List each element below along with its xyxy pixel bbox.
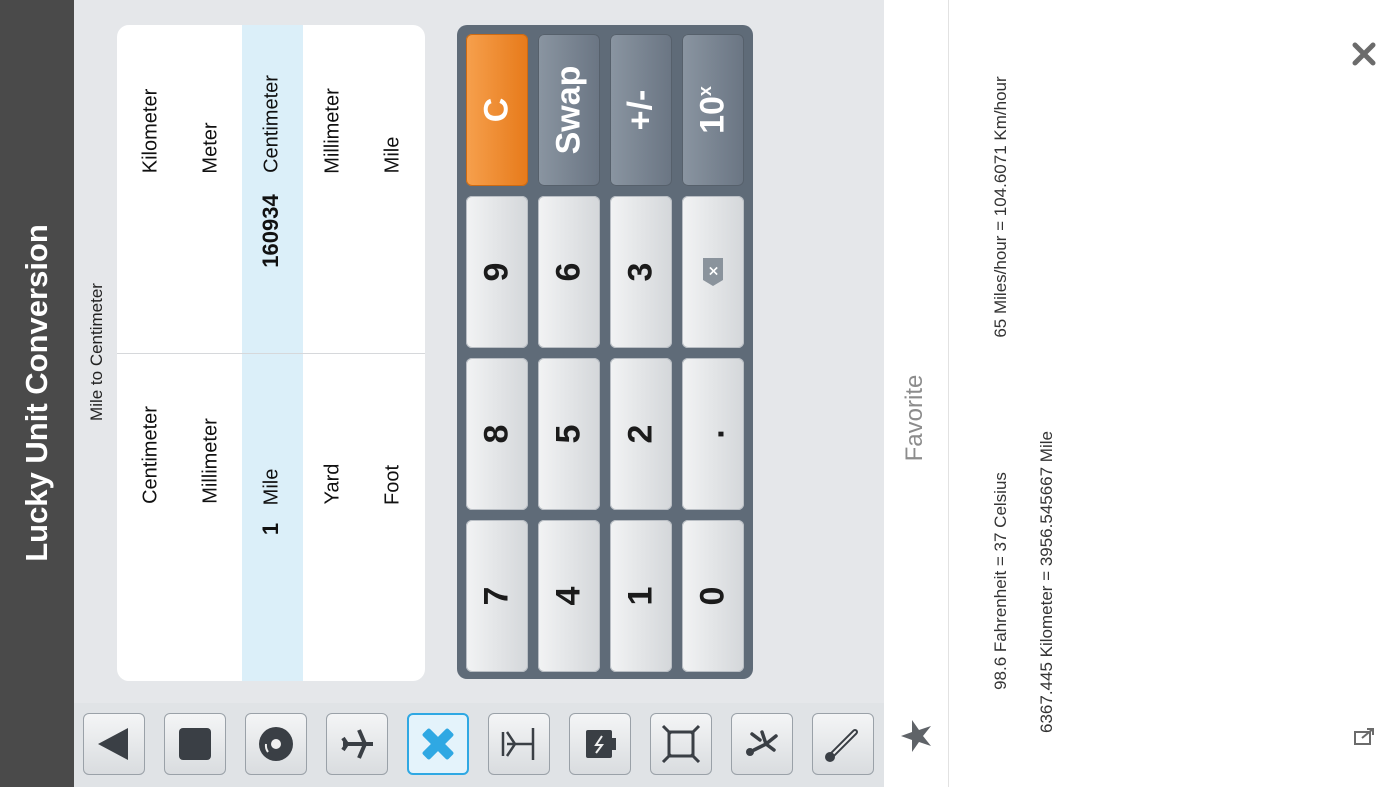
play-icon	[98, 728, 128, 760]
key-label: 3	[621, 262, 660, 282]
title-bar: Lucky Unit Conversion	[0, 0, 74, 787]
category-stop[interactable]	[164, 713, 226, 775]
to-unit-selected[interactable]: Centimeter	[261, 75, 284, 173]
to-unit-option[interactable]: Kilometer	[140, 89, 163, 173]
keypad: 7 8 9 C 4 5 6 Swap 1 2 3 +/- 0 . × 10x	[457, 25, 753, 679]
key-6[interactable]: 6	[538, 196, 600, 348]
key-label: 4	[549, 586, 588, 606]
favorite-title: Favorite	[901, 374, 928, 462]
favorite-item[interactable]: 65 Miles/hour = 104.6071 Km/hour	[991, 76, 1011, 337]
category-bar	[74, 703, 884, 787]
key-2[interactable]: 2	[610, 358, 672, 510]
from-unit-option[interactable]: Millimeter	[200, 418, 223, 504]
category-length[interactable]	[407, 713, 469, 775]
key-label: 1	[621, 586, 660, 606]
to-value: 160934	[258, 194, 283, 268]
conversion-subtitle: Mile to Centimeter	[87, 283, 106, 421]
key-label: 6	[549, 262, 588, 282]
app-title: Lucky Unit Conversion	[19, 224, 54, 562]
to-unit-option[interactable]: Meter	[200, 122, 223, 173]
category-airplane[interactable]	[326, 713, 388, 775]
key-9[interactable]: 9	[466, 196, 528, 348]
decimal-button[interactable]: .	[682, 358, 744, 510]
category-disc[interactable]	[245, 713, 307, 775]
ruler-pencil-icon	[422, 728, 454, 760]
scale-icon	[501, 728, 535, 760]
key-label: +/-	[621, 89, 660, 131]
key-3[interactable]: 3	[610, 196, 672, 348]
battery-icon	[586, 730, 616, 758]
key-label: 5	[549, 424, 588, 444]
exponent-button[interactable]: 10x	[682, 34, 744, 186]
clear-button[interactable]: C	[466, 34, 528, 186]
key-label: 2	[621, 424, 660, 444]
running-icon	[746, 730, 778, 756]
favorite-item[interactable]: 6367.445 Kilometer = 3956.545667 Mile	[1037, 431, 1057, 733]
category-weight[interactable]	[488, 713, 550, 775]
picker-divider	[117, 353, 425, 354]
thermometer-icon	[825, 729, 858, 762]
to-unit-option[interactable]: Millimeter	[322, 88, 345, 174]
key-label: 7	[477, 586, 516, 606]
key-0[interactable]: 0	[682, 520, 744, 672]
key-label: .	[693, 429, 732, 439]
close-icon[interactable]	[1350, 40, 1378, 68]
exp-superscript: x	[695, 86, 716, 97]
key-label: 9	[477, 262, 516, 282]
exp-base: 10	[693, 96, 732, 134]
area-icon	[661, 724, 701, 764]
key-label: 8	[477, 424, 516, 444]
backspace-icon: ×	[703, 258, 723, 286]
backspace-glyph: ×	[706, 265, 722, 277]
key-label: 0	[693, 586, 732, 606]
key-7[interactable]: 7	[466, 520, 528, 672]
sign-toggle-button[interactable]: +/-	[610, 34, 672, 186]
sidebar-divider	[948, 0, 949, 787]
key-label: Swap	[549, 65, 588, 155]
key-5[interactable]: 5	[538, 358, 600, 510]
key-8[interactable]: 8	[466, 358, 528, 510]
from-unit-option[interactable]: Centimeter	[140, 406, 163, 504]
swap-button[interactable]: Swap	[538, 34, 600, 186]
category-play[interactable]	[83, 713, 145, 775]
favorite-item[interactable]: 98.6 Fahrenheit = 37 Celsius	[991, 472, 1011, 690]
category-speed[interactable]	[731, 713, 793, 775]
key-label: 10x	[694, 86, 733, 134]
share-icon[interactable]	[1352, 726, 1376, 748]
to-unit-option[interactable]: Mile	[382, 137, 405, 174]
disc-icon	[259, 727, 293, 761]
key-label: C	[477, 97, 516, 123]
from-unit-option[interactable]: Foot	[382, 465, 405, 505]
category-energy[interactable]	[569, 713, 631, 775]
from-unit-selected[interactable]: Mile	[261, 469, 284, 506]
from-value: 1	[258, 522, 283, 536]
key-1[interactable]: 1	[610, 520, 672, 672]
star-icon[interactable]	[898, 718, 934, 754]
category-area[interactable]	[650, 713, 712, 775]
backspace-button[interactable]: ×	[682, 196, 744, 348]
key-4[interactable]: 4	[538, 520, 600, 672]
airplane-icon	[341, 729, 373, 759]
category-temperature[interactable]	[812, 713, 874, 775]
stop-icon	[179, 728, 211, 760]
from-unit-option[interactable]: Yard	[322, 464, 345, 505]
